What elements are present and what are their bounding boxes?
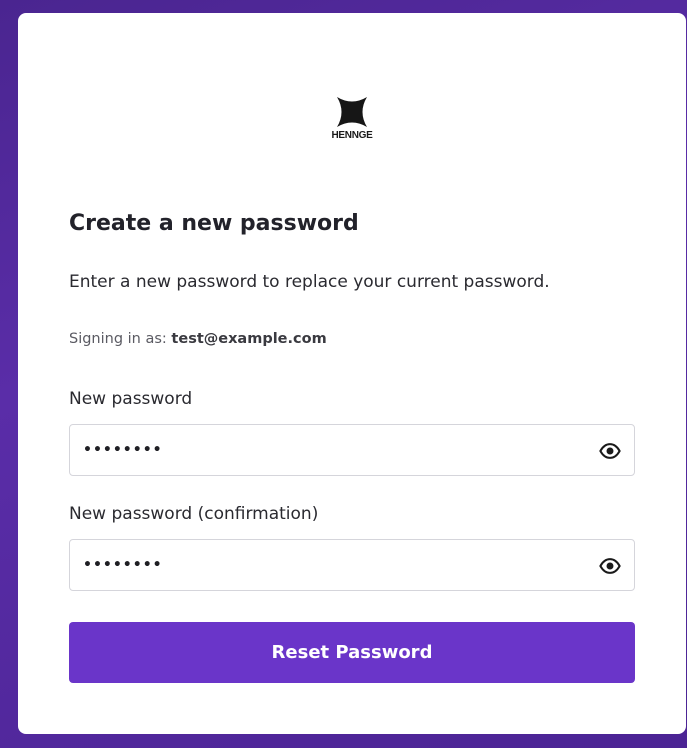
new-password-field[interactable] — [69, 424, 635, 476]
page-subtitle: Enter a new password to replace your cur… — [69, 272, 550, 292]
page-title: Create a new password — [69, 211, 359, 236]
hennge-logo-icon — [337, 97, 367, 127]
eye-icon[interactable] — [599, 440, 621, 462]
signing-in-as: Signing in as: test@example.com — [69, 331, 327, 347]
confirm-password-input[interactable] — [83, 540, 583, 590]
confirm-password-field[interactable] — [69, 539, 635, 591]
reset-password-button[interactable]: Reset Password — [69, 622, 635, 683]
new-password-input[interactable] — [83, 425, 583, 475]
eye-icon[interactable] — [599, 555, 621, 577]
brand-logo: HENNGE — [18, 97, 686, 141]
brand-name: HENNGE — [331, 130, 373, 141]
new-password-label: New password — [69, 389, 193, 409]
reset-password-card: HENNGE Create a new password Enter a new… — [18, 13, 686, 734]
signing-in-as-label: Signing in as: — [69, 331, 172, 347]
signing-in-email: test@example.com — [171, 331, 327, 347]
confirm-password-label: New password (confirmation) — [69, 504, 319, 524]
